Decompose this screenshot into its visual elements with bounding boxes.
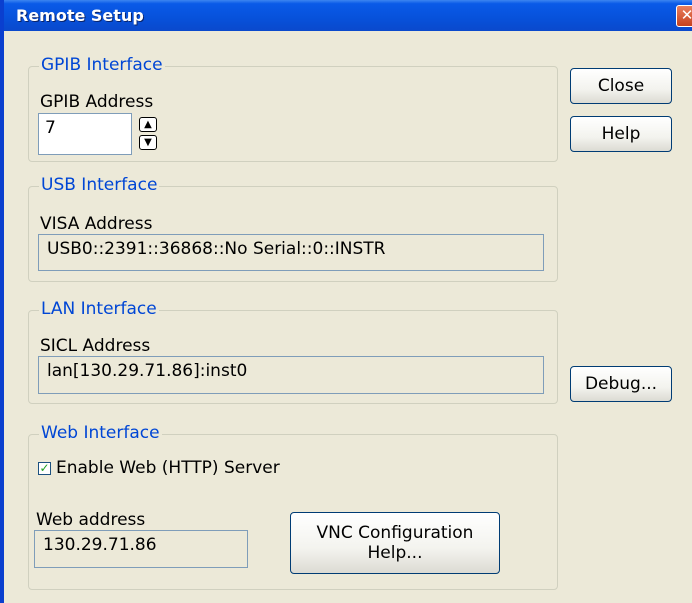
sicl-address-field: lan[130.29.71.86]:inst0 — [38, 356, 544, 394]
gpib-legend: GPIB Interface — [39, 55, 165, 75]
window-title: Remote Setup — [16, 6, 144, 25]
remote-setup-dialog: Remote Setup ✕ GPIB Interface GPIB Addre… — [0, 0, 692, 603]
gpib-address-down-button[interactable]: ▼ — [139, 135, 157, 150]
usb-legend: USB Interface — [39, 175, 160, 195]
web-address-field: 130.29.71.86 — [34, 530, 248, 568]
visa-address-field: USB0::2391::36868::No Serial::0::INSTR — [38, 234, 544, 271]
web-legend: Web Interface — [39, 423, 162, 443]
debug-button[interactable]: Debug... — [570, 366, 672, 402]
vnc-button-line2: Help... — [367, 543, 423, 563]
gpib-address-input[interactable]: 7 — [38, 113, 132, 155]
gpib-address-up-button[interactable]: ▲ — [139, 117, 157, 132]
title-bar[interactable]: Remote Setup ✕ — [4, 0, 692, 31]
close-button[interactable]: Close — [570, 68, 672, 104]
lan-legend: LAN Interface — [39, 299, 159, 319]
sicl-address-label: SICL Address — [40, 336, 151, 356]
vnc-configuration-help-button[interactable]: VNC Configuration Help... — [290, 512, 500, 574]
enable-web-server-checkbox[interactable]: ✓ — [38, 462, 51, 475]
vnc-button-line1: VNC Configuration — [316, 522, 474, 543]
web-address-label: Web address — [36, 510, 146, 530]
enable-web-server-label[interactable]: Enable Web (HTTP) Server — [56, 458, 280, 478]
visa-address-label: VISA Address — [40, 214, 153, 234]
close-window-icon[interactable]: ✕ — [676, 5, 692, 27]
gpib-address-label: GPIB Address — [40, 92, 154, 112]
help-button[interactable]: Help — [570, 116, 672, 152]
